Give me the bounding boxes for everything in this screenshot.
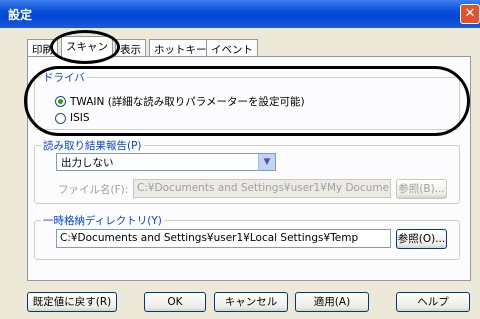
reset-defaults-button[interactable]: 既定値に戻す(R) [27, 292, 117, 312]
apply-button[interactable]: 適用(A) [295, 292, 369, 312]
radio-isis-label: ISIS [70, 112, 90, 124]
filename-browse-button[interactable]: 参照(B)... [396, 179, 447, 199]
tab-print[interactable]: 印刷 [27, 39, 58, 57]
radio-isis-icon[interactable] [55, 112, 66, 124]
window-title: 設定 [8, 8, 33, 22]
title-bar: 設定 ✕ [0, 0, 480, 28]
temp-group-legend: 一時格納ディレクトリ(Y) [41, 213, 164, 228]
tab-scan[interactable]: スキャン [61, 36, 113, 58]
radio-twain-label: TWAIN (詳細な読み取りパラメーターを設定可能) [70, 96, 305, 108]
temp-browse-button[interactable]: 参照(O)... [396, 229, 447, 249]
radio-twain[interactable]: TWAIN (詳細な読み取りパラメーターを設定可能) [55, 94, 305, 109]
filename-label: ファイル名(F): [58, 184, 129, 196]
cancel-button[interactable]: キャンセル [214, 292, 288, 312]
tab-hotkey[interactable]: ホットキー [149, 39, 212, 57]
result-group-legend: 読み取り結果報告(P) [41, 138, 144, 153]
output-select[interactable]: 出力しない ▼ [56, 153, 276, 171]
chevron-down-icon[interactable]: ▼ [258, 154, 275, 170]
close-button[interactable]: ✕ [460, 4, 480, 24]
radio-isis[interactable]: ISIS [55, 112, 90, 124]
ok-button[interactable]: OK [144, 292, 206, 312]
radio-twain-icon[interactable] [55, 96, 66, 107]
output-select-value: 出力しない [61, 157, 114, 169]
settings-dialog: 設定 ✕ 印刷 スキャン 表示 ホットキー イベント ドライバ TWAIN (詳… [0, 0, 480, 319]
temp-path-field[interactable]: C:¥Documents and Settings¥user1¥Local Se… [56, 229, 391, 248]
tab-event[interactable]: イベント [206, 39, 258, 57]
filename-field[interactable]: C:¥Documents and Settings¥user1¥My Docum… [133, 179, 391, 198]
driver-group-legend: ドライバ [41, 70, 87, 85]
tab-display[interactable]: 表示 [115, 39, 146, 57]
help-button[interactable]: ヘルプ [396, 292, 470, 312]
